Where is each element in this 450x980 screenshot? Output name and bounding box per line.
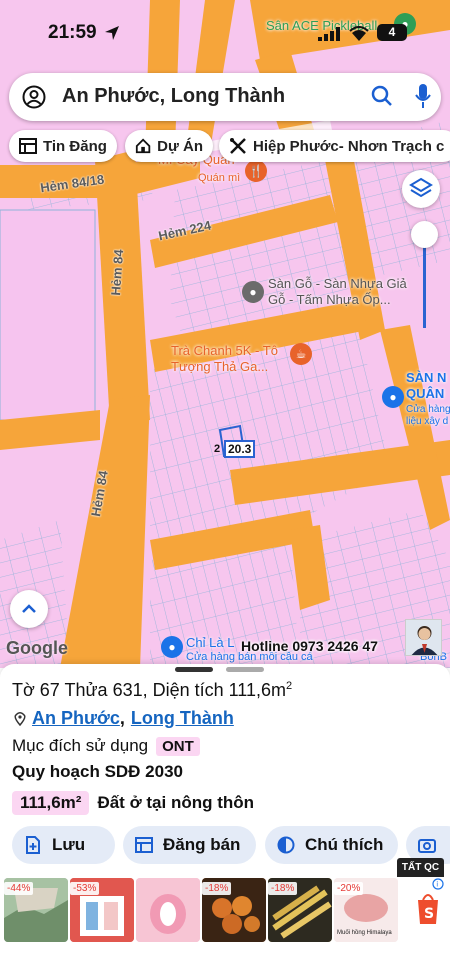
status-bar: 21:59 4 bbox=[0, 0, 450, 62]
shop-pin-icon[interactable]: ● bbox=[161, 636, 183, 658]
legend-button[interactable]: Chú thích bbox=[265, 826, 398, 864]
area-row: 111,6m² Đất ở tại nông thôn bbox=[12, 791, 254, 815]
chip-tin-dang[interactable]: Tin Đăng bbox=[9, 130, 117, 162]
location-link-district[interactable]: Long Thành bbox=[131, 708, 234, 729]
cafe-pin-icon[interactable]: ☕ bbox=[290, 343, 312, 365]
mic-icon[interactable] bbox=[414, 83, 432, 109]
camera-add-icon bbox=[418, 839, 436, 853]
plan-label: Quy hoạch SDĐ 2030 bbox=[12, 762, 184, 781]
land-purpose-row: Mục đích sử dụng ONT bbox=[12, 736, 200, 756]
road-label: Hẻm 84 bbox=[108, 248, 127, 297]
shopee-ad[interactable]: i S bbox=[408, 878, 448, 942]
ad-product[interactable] bbox=[136, 878, 200, 942]
search-input[interactable]: An Phước, Long Thành bbox=[62, 85, 285, 108]
post-sale-button[interactable]: Đăng bán bbox=[123, 826, 256, 864]
opacity-slider-handle[interactable] bbox=[411, 221, 438, 248]
parcel-location: An Phước, Long Thành bbox=[14, 708, 234, 729]
chip-label: Dự Án bbox=[157, 137, 203, 155]
opacity-slider-track[interactable] bbox=[423, 240, 426, 328]
tools-icon bbox=[230, 138, 246, 154]
poi-label[interactable]: Chỉ Là L bbox=[186, 635, 234, 651]
location-link-ward[interactable]: An Phước bbox=[32, 708, 120, 729]
parcel-title: Tờ 67 Thửa 631, Diện tích 111,6m2 bbox=[12, 680, 293, 700]
clock: 21:59 bbox=[48, 22, 97, 43]
agent-avatar[interactable] bbox=[405, 619, 442, 656]
hotline-text[interactable]: Hotline 0973 2426 47 bbox=[241, 638, 378, 654]
svg-text:S: S bbox=[424, 906, 434, 922]
search-icon[interactable] bbox=[371, 85, 393, 107]
ad-product[interactable]: -18% bbox=[202, 878, 266, 942]
restaurant-pin-icon[interactable]: 🍴 bbox=[245, 160, 267, 182]
purpose-label: Mục đích sử dụng bbox=[12, 736, 149, 755]
chip-label: Hiệp Phước- Nhơn Trạch c bbox=[253, 137, 445, 155]
location-arrow-icon bbox=[105, 26, 119, 40]
legend-contrast-icon bbox=[277, 836, 295, 854]
purpose-code-badge: ONT bbox=[156, 736, 200, 756]
ad-product[interactable]: -20% Muối hồng Himalaya bbox=[334, 878, 398, 942]
layers-icon bbox=[409, 177, 433, 198]
ad-caption: Muối hồng Himalaya bbox=[337, 930, 392, 936]
project-house-icon bbox=[135, 138, 151, 154]
ad-product[interactable]: -44% bbox=[4, 878, 68, 942]
layers-button[interactable] bbox=[402, 170, 440, 208]
chevron-up-icon bbox=[22, 604, 36, 613]
svg-text:i: i bbox=[436, 881, 438, 889]
poi-label[interactable]: SÀN N QUÂN bbox=[406, 370, 450, 402]
save-button[interactable]: Lưu bbox=[12, 826, 115, 864]
sheet-handle-secondary[interactable] bbox=[226, 667, 264, 672]
post-sale-icon bbox=[135, 837, 153, 853]
expand-up-button[interactable] bbox=[10, 590, 48, 628]
location-pin-icon bbox=[14, 711, 26, 726]
plot-label[interactable]: 20.3 bbox=[224, 440, 256, 458]
store-pin-icon[interactable]: ● bbox=[242, 281, 264, 303]
ad-product[interactable]: -18% bbox=[268, 878, 332, 942]
save-doc-icon bbox=[26, 836, 40, 854]
poi-sublabel: Quán mì bbox=[198, 172, 241, 184]
area-description: Đất ở tại nông thôn bbox=[97, 793, 255, 812]
wifi-icon bbox=[349, 26, 369, 41]
google-watermark: Google bbox=[6, 638, 68, 658]
chip-label: Tin Đăng bbox=[43, 137, 107, 155]
sheet-handle[interactable] bbox=[175, 667, 213, 672]
poi-sublabel: Cửa hàng liệu xây d bbox=[406, 404, 450, 427]
plot-label-prefix: 2 bbox=[214, 443, 221, 455]
chip-du-an[interactable]: Dự Án bbox=[125, 130, 213, 162]
signal-icon bbox=[318, 27, 340, 41]
poi-label[interactable]: Trà Chanh 5K - Tô Tượng Thả Ga... bbox=[171, 343, 297, 375]
hide-ads-button[interactable]: TẤT QC bbox=[397, 858, 444, 877]
area-value-badge: 111,6m² bbox=[12, 791, 90, 815]
battery-icon: 4 bbox=[377, 24, 407, 41]
search-bar[interactable]: An Phước, Long Thành bbox=[9, 73, 441, 121]
ad-product[interactable]: -53% bbox=[70, 878, 134, 942]
listing-icon bbox=[19, 138, 37, 154]
chip-hiep-phuoc[interactable]: Hiệp Phước- Nhơn Trạch c bbox=[219, 130, 450, 162]
poi-label[interactable]: Sàn Gỗ - Sàn Nhựa Giả Gỗ - Tấm Nhựa Ốp..… bbox=[268, 276, 418, 308]
account-icon[interactable] bbox=[22, 85, 46, 109]
shop-pin-icon[interactable]: ● bbox=[382, 386, 404, 408]
